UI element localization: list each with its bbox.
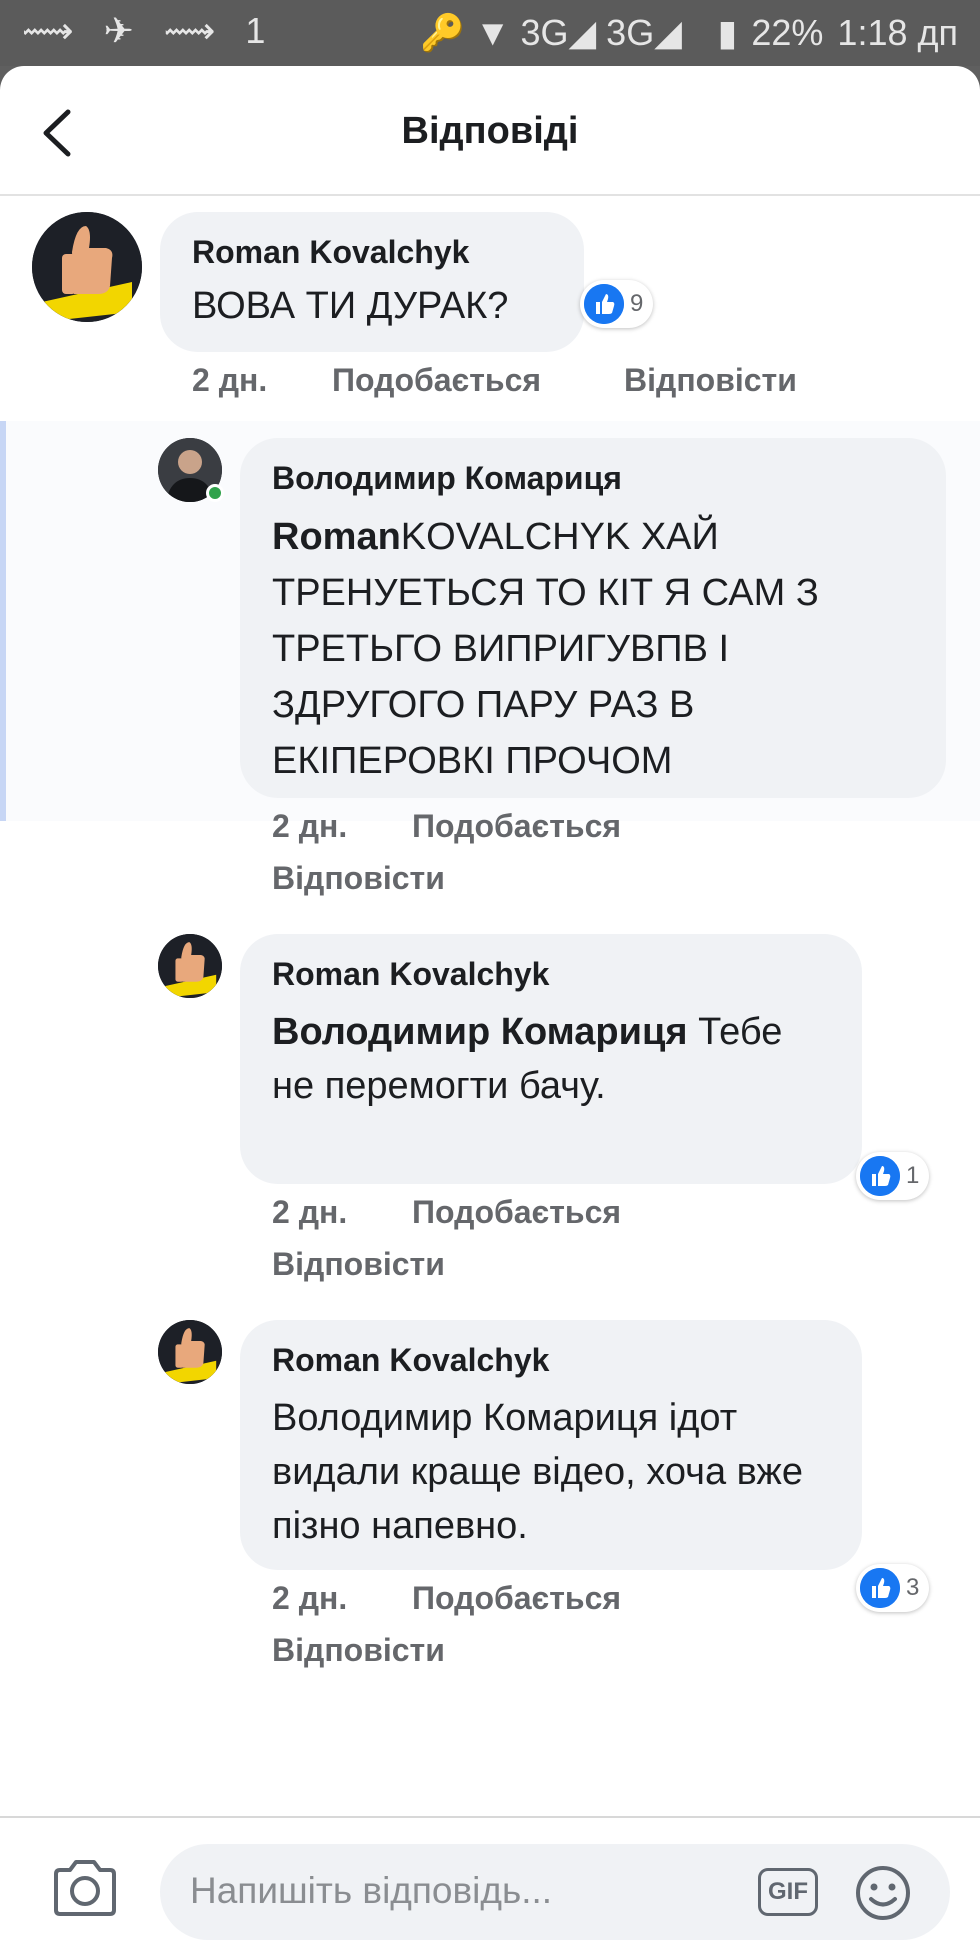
like-button[interactable]: Подобається	[412, 808, 621, 845]
gif-icon[interactable]: GIF	[758, 1868, 818, 1916]
status-right: ▮ 22% 1:18 дп	[704, 12, 958, 54]
comment-bubble[interactable]: Roman Kovalchyk ВОВА ТИ ДУРАК?	[160, 212, 584, 352]
comment-time: 2 дн.	[192, 362, 268, 398]
mention-link[interactable]: Володимир Комариця	[272, 1011, 688, 1053]
status-notification-icons: ⟿ ✈ ⟿ 1	[22, 10, 276, 51]
comment-time: 2 дн.	[272, 1580, 348, 1616]
replies-sheet: Відповіді Roman Kovalchyk ВОВА ТИ ДУРАК?…	[0, 66, 980, 1960]
comment-text: Володимир Комариця Тебе не перемогти бач…	[272, 1011, 783, 1107]
reaction-summary[interactable]: 1	[856, 1152, 930, 1200]
battery-level: 22%	[751, 12, 824, 53]
comment-bubble[interactable]: Roman Kovalchyk Володимир Комариця Тебе …	[240, 934, 862, 1184]
reaction-count: 9	[630, 290, 644, 317]
comment-text: RomanKOVALCHYK ХАЙ ТРЕНУЕТЬСЯ ТО КІТ Я С…	[272, 516, 819, 782]
comment-author[interactable]: Roman Kovalchyk	[272, 1342, 832, 1379]
like-button[interactable]: Подобається	[412, 1194, 621, 1231]
reply-button[interactable]: Відповісти	[272, 1632, 445, 1669]
thumbs-up-avatar-icon	[32, 212, 142, 322]
avatar[interactable]	[158, 934, 222, 998]
reply-button[interactable]: Відповісти	[272, 1246, 445, 1283]
page-title: Відповіді	[401, 110, 579, 152]
thread-highlight-line	[0, 421, 6, 821]
avatar[interactable]	[32, 212, 142, 322]
status-network-icons: 🔑 ▼ 3G◢ 3G◢	[420, 12, 682, 53]
battery-icon: ▮	[717, 12, 738, 53]
comment-bubble[interactable]: Roman Kovalchyk Володимир Комариця ідот …	[240, 1320, 862, 1570]
comment-time: 2 дн.	[272, 1194, 348, 1230]
mention-link[interactable]: Roman	[272, 516, 401, 558]
reply-input[interactable]: Напишіть відповідь... GIF	[160, 1844, 950, 1940]
comment-bubble[interactable]: Володимир Комариця RomanKOVALCHYK ХАЙ ТР…	[240, 438, 946, 798]
camera-button[interactable]	[50, 1856, 120, 1920]
smile-icon[interactable]	[854, 1864, 912, 1922]
reaction-summary[interactable]: 9	[580, 280, 654, 328]
like-button[interactable]: Подобається	[332, 362, 541, 399]
comment-author[interactable]: Володимир Комариця	[272, 460, 916, 497]
comment-actions: 2 дн. Подобається Відповісти	[192, 362, 892, 412]
like-icon	[584, 284, 624, 324]
comment-author[interactable]: Roman Kovalchyk	[272, 956, 832, 993]
reply-input-placeholder: Напишіть відповідь...	[190, 1870, 553, 1911]
camera-icon	[54, 1860, 116, 1916]
online-status-dot	[206, 484, 224, 502]
comment-actions: 2 дн. Подобається Відповісти	[272, 1580, 932, 1690]
like-icon	[860, 1156, 900, 1196]
comment-actions: 2 дн. Подобається Відповісти	[272, 1194, 932, 1304]
like-button[interactable]: Подобається	[412, 1580, 621, 1617]
comment-text: Володимир Комариця ідот видали краще від…	[272, 1397, 803, 1547]
reply-button[interactable]: Відповісти	[624, 362, 797, 399]
status-bar: ⟿ ✈ ⟿ 1 🔑 ▼ 3G◢ 3G◢ ▮ 22% 1:18 дп	[0, 0, 980, 66]
comment-text: ВОВА ТИ ДУРАК?	[192, 285, 509, 327]
clock: 1:18 дп	[837, 12, 958, 53]
reply-composer: Напишіть відповідь... GIF	[0, 1816, 980, 1960]
thumbs-up-avatar-icon	[158, 934, 222, 998]
avatar[interactable]	[158, 1320, 222, 1384]
comment-time: 2 дн.	[272, 808, 348, 844]
header: Відповіді	[0, 66, 980, 196]
comment-actions: 2 дн. Подобається Відповісти	[272, 808, 932, 918]
reaction-count: 1	[906, 1162, 920, 1189]
reply-button[interactable]: Відповісти	[272, 860, 445, 897]
thumbs-up-avatar-icon	[158, 1320, 222, 1384]
comment-author[interactable]: Roman Kovalchyk	[192, 234, 554, 271]
